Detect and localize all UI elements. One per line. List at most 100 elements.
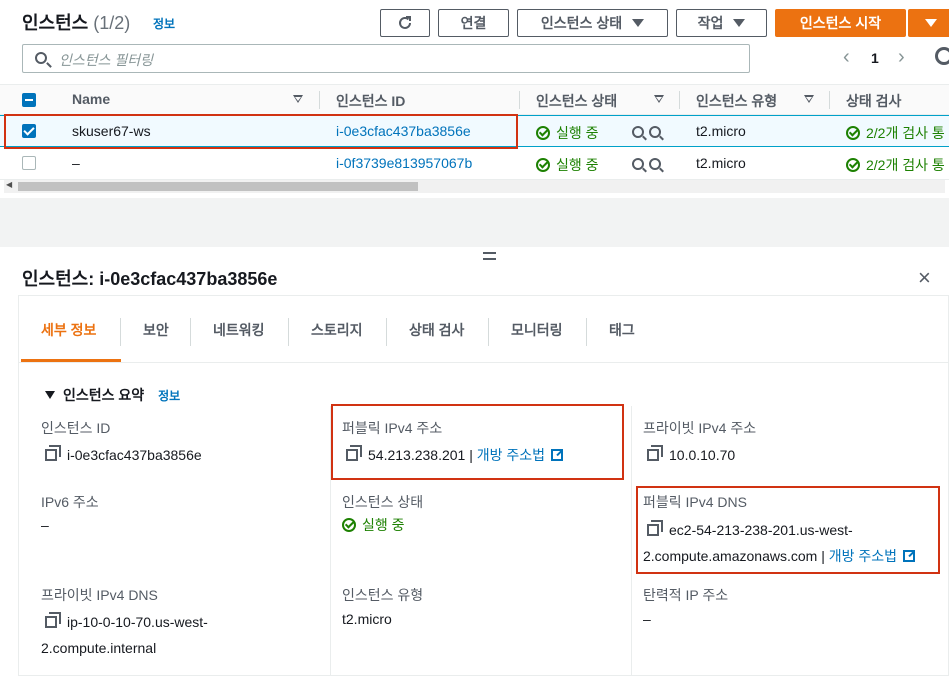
zoom-out-icon[interactable] bbox=[649, 126, 661, 138]
private-ip-text: 10.0.10.70 bbox=[669, 447, 736, 463]
tab-monitoring[interactable]: 모니터링 bbox=[511, 320, 563, 340]
select-all-checkbox[interactable] bbox=[22, 93, 36, 107]
caret-down-icon bbox=[924, 19, 937, 27]
check-text: 2/2개 검사 통 bbox=[866, 157, 945, 173]
previous-page-icon[interactable]: ‹ bbox=[843, 46, 850, 69]
zoom-in-icon[interactable] bbox=[632, 158, 644, 170]
caret-down-icon bbox=[733, 19, 746, 27]
zoom-out-icon[interactable] bbox=[649, 158, 661, 170]
horizontal-scrollbar[interactable]: ◀ bbox=[4, 180, 945, 193]
instance-state-cell: 실행 중 bbox=[536, 123, 599, 143]
actions-label: 작업 bbox=[697, 15, 724, 31]
column-instance-id[interactable]: 인스턴스 ID bbox=[336, 91, 405, 111]
tab-networking[interactable]: 네트워킹 bbox=[213, 320, 265, 340]
instance-state-value: 실행 중 bbox=[342, 512, 405, 538]
selection-count: (1/2) bbox=[93, 13, 131, 33]
highlight-box bbox=[636, 486, 940, 574]
instance-state-dropdown[interactable]: 인스턴스 상태 bbox=[517, 9, 668, 37]
instances-panel: 인스턴스 (1/2) 정보 연결 인스턴스 상태 작업 인스턴스 시작 인스턴스… bbox=[0, 0, 949, 198]
check-circle-icon bbox=[536, 126, 550, 140]
instance-id-link[interactable]: i-0f3739e813957067b bbox=[336, 155, 472, 171]
check-text: 2/2개 검사 통 bbox=[866, 125, 945, 141]
instance-type-label: 인스턴스 유형 bbox=[342, 587, 424, 603]
state-text: 실행 중 bbox=[362, 517, 405, 533]
column-instance-type[interactable]: 인스턴스 유형 bbox=[696, 91, 777, 111]
copy-icon[interactable] bbox=[45, 612, 61, 628]
tab-divider bbox=[386, 318, 387, 346]
launch-options-dropdown[interactable] bbox=[908, 9, 949, 37]
instance-id-label: 인스턴스 ID bbox=[41, 420, 111, 436]
column-divider bbox=[829, 91, 830, 109]
copy-icon[interactable] bbox=[45, 445, 61, 461]
row-checkbox[interactable] bbox=[22, 156, 36, 170]
tab-details[interactable]: 세부 정보 bbox=[41, 320, 96, 340]
private-dns-line1: ip-10-0-10-70.us-west- bbox=[67, 614, 208, 630]
actions-dropdown[interactable]: 작업 bbox=[676, 9, 767, 37]
page-title: 인스턴스 (1/2) bbox=[22, 9, 130, 35]
instance-state-label: 인스턴스 상태 bbox=[540, 15, 623, 31]
table-row[interactable]: – i-0f3739e813957067b 실행 중 t2.micro 2/2개… bbox=[0, 148, 949, 180]
table-header: Name 인스턴스 ID 인스턴스 상태 인스턴스 유형 상태 검사 bbox=[0, 84, 949, 115]
filter-search-input[interactable]: 인스턴스 필터링 bbox=[22, 44, 750, 73]
column-divider bbox=[631, 406, 632, 676]
zoom-in-icon[interactable] bbox=[632, 126, 644, 138]
tab-tags[interactable]: 태그 bbox=[609, 320, 635, 340]
tab-divider bbox=[586, 318, 587, 346]
tab-divider bbox=[190, 318, 191, 346]
status-check-cell: 2/2개 검사 통 bbox=[846, 123, 945, 143]
zoom-controls bbox=[632, 125, 666, 141]
caret-down-icon bbox=[632, 19, 645, 27]
instance-id-text: i-0e3cfac437ba3856e bbox=[67, 447, 202, 463]
instance-type-value: t2.micro bbox=[342, 611, 392, 627]
title-text: 인스턴스 bbox=[22, 13, 89, 33]
sort-icon[interactable] bbox=[293, 95, 303, 103]
next-page-icon[interactable]: › bbox=[898, 46, 905, 69]
tab-security[interactable]: 보안 bbox=[143, 320, 169, 340]
refresh-icon bbox=[399, 16, 411, 29]
tab-status-checks[interactable]: 상태 검사 bbox=[409, 320, 464, 340]
info-link[interactable]: 정보 bbox=[153, 15, 175, 32]
scrollbar-thumb[interactable] bbox=[18, 182, 418, 191]
copy-icon[interactable] bbox=[647, 445, 663, 461]
check-circle-icon bbox=[342, 518, 356, 532]
close-icon[interactable]: × bbox=[918, 265, 931, 291]
column-status-check[interactable]: 상태 검사 bbox=[846, 91, 901, 111]
launch-instance-button[interactable]: 인스턴스 시작 bbox=[775, 9, 906, 37]
private-dns-line2: 2.compute.internal bbox=[41, 640, 157, 656]
search-placeholder: 인스턴스 필터링 bbox=[59, 52, 154, 68]
check-circle-icon bbox=[846, 126, 860, 140]
summary-title: 인스턴스 요약 bbox=[63, 387, 145, 403]
sort-icon[interactable] bbox=[804, 95, 814, 103]
page-number[interactable]: 1 bbox=[871, 50, 879, 66]
column-instance-state[interactable]: 인스턴스 상태 bbox=[536, 91, 617, 111]
launch-label: 인스턴스 시작 bbox=[799, 15, 882, 31]
tab-divider bbox=[288, 318, 289, 346]
active-tab-indicator bbox=[21, 359, 121, 362]
connect-button[interactable]: 연결 bbox=[438, 9, 509, 37]
private-ip-label: 프라이빗 IPv4 주소 bbox=[643, 420, 757, 436]
column-name[interactable]: Name bbox=[72, 91, 110, 107]
refresh-button[interactable] bbox=[380, 9, 430, 37]
resize-handle[interactable] bbox=[483, 252, 496, 260]
highlight-box bbox=[331, 404, 624, 480]
private-dns-label: 프라이빗 IPv4 DNS bbox=[41, 587, 158, 603]
scroll-left-icon[interactable]: ◀ bbox=[6, 180, 12, 189]
column-divider bbox=[679, 91, 680, 109]
sort-icon[interactable] bbox=[654, 95, 664, 103]
elastic-ip-value: – bbox=[643, 611, 651, 627]
instance-summary-header[interactable]: 인스턴스 요약 정보 bbox=[45, 385, 180, 405]
column-divider bbox=[519, 91, 520, 109]
zoom-controls bbox=[632, 157, 666, 173]
instance-type-cell: t2.micro bbox=[696, 123, 746, 139]
tabs-divider-line bbox=[19, 362, 949, 363]
check-circle-icon bbox=[536, 158, 550, 172]
instance-name: – bbox=[72, 155, 80, 171]
detail-title: 인스턴스: i-0e3cfac437ba3856e bbox=[22, 269, 278, 289]
private-ip-value: 10.0.10.70 bbox=[647, 442, 735, 468]
highlight-box bbox=[4, 114, 518, 149]
state-text: 실행 중 bbox=[556, 125, 599, 141]
gear-icon[interactable] bbox=[935, 47, 949, 65]
private-dns-value: ip-10-0-10-70.us-west- 2.compute.interna… bbox=[41, 609, 208, 661]
tab-storage[interactable]: 스토리지 bbox=[311, 320, 363, 340]
summary-info-link[interactable]: 정보 bbox=[158, 389, 180, 403]
